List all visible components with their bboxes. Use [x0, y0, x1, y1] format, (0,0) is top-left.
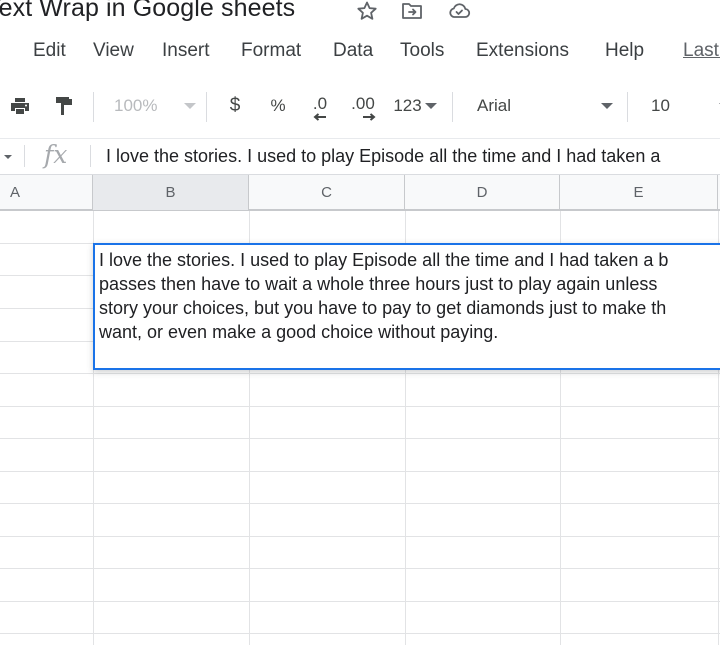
print-button[interactable]	[6, 84, 34, 128]
document-title[interactable]: Text Wrap in Google sheets	[0, 0, 295, 23]
menu-edit[interactable]: Edit	[33, 40, 66, 62]
font-size-select[interactable]: 10	[651, 84, 720, 128]
font-size-value: 10	[651, 96, 670, 115]
column-header-a[interactable]: A	[0, 175, 93, 210]
menu-file[interactable]: File	[0, 40, 1, 62]
title-bar: Text Wrap in Google sheets	[0, 0, 720, 30]
formula-input[interactable]: I love the stories. I used to play Episo…	[106, 146, 660, 167]
arrow-left-icon	[313, 113, 326, 121]
row-gridline	[0, 633, 720, 634]
cell-text[interactable]: I love the stories. I used to play Episo…	[99, 248, 720, 344]
name-box-dropdown-icon[interactable]	[4, 155, 12, 159]
decrease-decimal-button[interactable]: .0	[306, 84, 334, 128]
sheet-grid[interactable]: I love the stories. I used to play Episo…	[0, 211, 720, 645]
row-gridline	[0, 373, 720, 374]
cell-text-line: I love the stories. I used to play Episo…	[99, 250, 669, 270]
toolbar-divider	[452, 92, 453, 122]
toolbar-divider	[93, 92, 94, 122]
toolbar-divider	[206, 92, 207, 122]
row-gridline	[0, 503, 720, 504]
font-family-value: Arial	[477, 96, 512, 115]
row-gridline	[0, 471, 720, 472]
row-gridline	[0, 406, 720, 407]
star-icon[interactable]	[355, 0, 379, 23]
column-header-d[interactable]: D	[405, 175, 560, 210]
menu-insert[interactable]: Insert	[162, 40, 210, 62]
row-gridline	[0, 601, 720, 602]
cell-text-line: want, or even make a good choice without…	[99, 322, 499, 342]
chevron-down-icon	[184, 103, 196, 109]
formula-divider	[24, 145, 25, 167]
cell-text-line: passes then have to wait a whole three h…	[99, 274, 658, 294]
chevron-down-icon	[601, 103, 613, 109]
paint-format-icon	[56, 97, 72, 115]
menu-help[interactable]: Help	[605, 40, 644, 62]
more-formats-button[interactable]: 123	[390, 84, 440, 128]
print-icon	[11, 98, 29, 114]
menu-format[interactable]: Format	[241, 40, 301, 62]
paint-format-button[interactable]	[50, 84, 78, 128]
column-header-b[interactable]: B	[93, 175, 249, 210]
formula-divider	[90, 145, 91, 167]
menu-extensions[interactable]: Extensions	[476, 40, 569, 62]
column-headers: A B C D E	[0, 174, 720, 211]
last-edit-link[interactable]: Last edit	[683, 40, 720, 62]
column-header-c[interactable]: C	[249, 175, 405, 210]
row-gridline	[0, 568, 720, 569]
menu-view[interactable]: View	[93, 40, 134, 62]
percent-format-button[interactable]: %	[268, 84, 288, 128]
fx-icon: fx	[44, 140, 68, 169]
currency-format-button[interactable]: $	[225, 84, 245, 128]
row-gridline	[0, 438, 720, 439]
selected-cell-editor[interactable]: I love the stories. I used to play Episo…	[93, 243, 720, 370]
arrow-right-icon	[363, 113, 376, 121]
menu-tools[interactable]: Tools	[400, 40, 444, 62]
cloud-saved-icon[interactable]	[447, 0, 471, 23]
row-gridline	[0, 536, 720, 537]
toolbar-divider	[627, 92, 628, 122]
font-family-select[interactable]: Arial	[477, 84, 613, 128]
increase-decimal-button[interactable]: .00	[348, 84, 378, 128]
menu-bar: File Edit View Insert Format Data Tools …	[0, 38, 720, 68]
menu-data[interactable]: Data	[333, 40, 373, 62]
zoom-select[interactable]: 100%	[114, 84, 196, 128]
zoom-value: 100%	[114, 96, 158, 115]
formula-bar: fx I love the stories. I used to play Ep…	[0, 138, 720, 174]
move-to-folder-icon[interactable]	[400, 0, 424, 23]
cell-text-line: story your choices, but you have to pay …	[99, 298, 667, 318]
chevron-down-icon	[424, 103, 437, 109]
toolbar: 100% $ % .0 .00 123 Arial 10	[0, 84, 720, 128]
column-header-e[interactable]: E	[560, 175, 718, 210]
